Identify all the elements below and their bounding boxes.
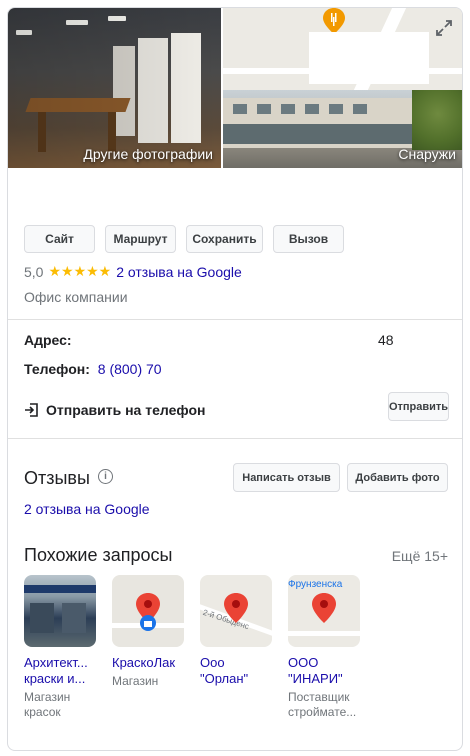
more-photos-label: Другие фотографии: [83, 146, 213, 162]
similar-category: Поставщик строймате...: [288, 690, 357, 719]
info-icon[interactable]: i: [98, 469, 113, 484]
action-buttons: Сайт Маршрут Сохранить Вызов: [24, 225, 344, 253]
send-to-phone-row: Отправить на телефон: [24, 402, 205, 418]
similar-thumb-map: [112, 575, 184, 647]
write-review-button[interactable]: Написать отзыв: [233, 463, 340, 492]
address-label: Адрес:: [24, 332, 72, 348]
similar-name: ООО "ИНАРИ": [288, 655, 343, 686]
send-button[interactable]: Отправить: [388, 392, 449, 421]
photo-interior[interactable]: Другие фотографии: [8, 8, 221, 168]
reviews-title: Отзывы: [24, 468, 90, 488]
tree: [412, 90, 462, 150]
send-to-phone-icon: [25, 403, 38, 417]
restaurant-pin-icon: [323, 8, 345, 34]
mini-map: [223, 8, 462, 90]
similar-item[interactable]: КраскоЛак Магазин: [112, 575, 186, 689]
similar-name: Архитект... краски и...: [24, 655, 88, 686]
address-value: 48: [378, 332, 394, 348]
store-icon: [140, 615, 156, 631]
similar-category: Магазин красок: [24, 690, 71, 719]
outside-photos-label: Снаружи: [398, 146, 456, 162]
reviews-google-link[interactable]: 2 отзыва на Google: [24, 501, 150, 517]
similar-name: КраскоЛак: [112, 655, 176, 670]
similar-thumb-photo: [24, 575, 96, 647]
map-redaction: [309, 32, 429, 84]
similar-category: Магазин: [112, 674, 159, 688]
similar-title: Похожие запросы: [24, 545, 173, 565]
window: [233, 104, 247, 114]
website-button[interactable]: Сайт: [24, 225, 95, 253]
building: [223, 98, 423, 148]
similar-name: Ооо "Орлан": [200, 655, 249, 686]
divider: [8, 438, 462, 439]
shop-sign: [24, 585, 96, 593]
photo-shade: [8, 8, 221, 168]
address-row: Адрес:: [24, 332, 72, 348]
similar-item[interactable]: 2-й Обыденс Ооо "Орлан": [200, 575, 274, 687]
add-photo-button[interactable]: Добавить фото: [347, 463, 448, 492]
map-pin-icon: [312, 593, 336, 623]
divider: [8, 319, 462, 320]
more-similar-link[interactable]: Ещё 15+: [392, 548, 448, 564]
rating-value: 5,0: [24, 263, 44, 280]
expand-icon[interactable]: [432, 16, 456, 40]
similar-thumb-map: 2-й Обыденс: [200, 575, 272, 647]
phone-label: Телефон:: [24, 361, 90, 377]
save-button[interactable]: Сохранить: [186, 225, 263, 253]
phone-link[interactable]: 8 (800) 70: [98, 361, 162, 377]
shop-window: [62, 603, 86, 633]
knowledge-panel: Другие фотографии Снаружи Сайт Маршрут С…: [7, 7, 463, 751]
map-pin-icon: [224, 593, 248, 623]
map-area-label: Фрунзенска: [288, 579, 343, 590]
shopfront: [223, 124, 423, 144]
map-road: [288, 631, 360, 636]
similar-thumb-map: Фрунзенска: [288, 575, 360, 647]
business-category: Офис компании: [24, 289, 128, 305]
directions-button[interactable]: Маршрут: [105, 225, 176, 253]
window: [257, 104, 271, 114]
rating-stars: ★★★★★: [48, 263, 112, 279]
window: [305, 104, 319, 114]
phone-row: Телефон: 8 (800) 70: [24, 361, 162, 377]
rating-row: 5,0 ★★★★★ 2 отзыва на Google: [24, 263, 242, 280]
window: [353, 104, 367, 114]
window: [281, 104, 295, 114]
call-button[interactable]: Вызов: [273, 225, 344, 253]
photo-exterior[interactable]: Снаружи: [223, 8, 462, 168]
similar-item[interactable]: Архитект... краски и... Магазин красок: [24, 575, 98, 720]
send-to-phone-label: Отправить на телефон: [46, 402, 206, 418]
shop-window: [30, 603, 54, 633]
reviews-link[interactable]: 2 отзыва на Google: [116, 264, 242, 280]
window: [329, 104, 343, 114]
similar-item[interactable]: Фрунзенска ООО "ИНАРИ" Поставщик строймате…: [288, 575, 362, 720]
